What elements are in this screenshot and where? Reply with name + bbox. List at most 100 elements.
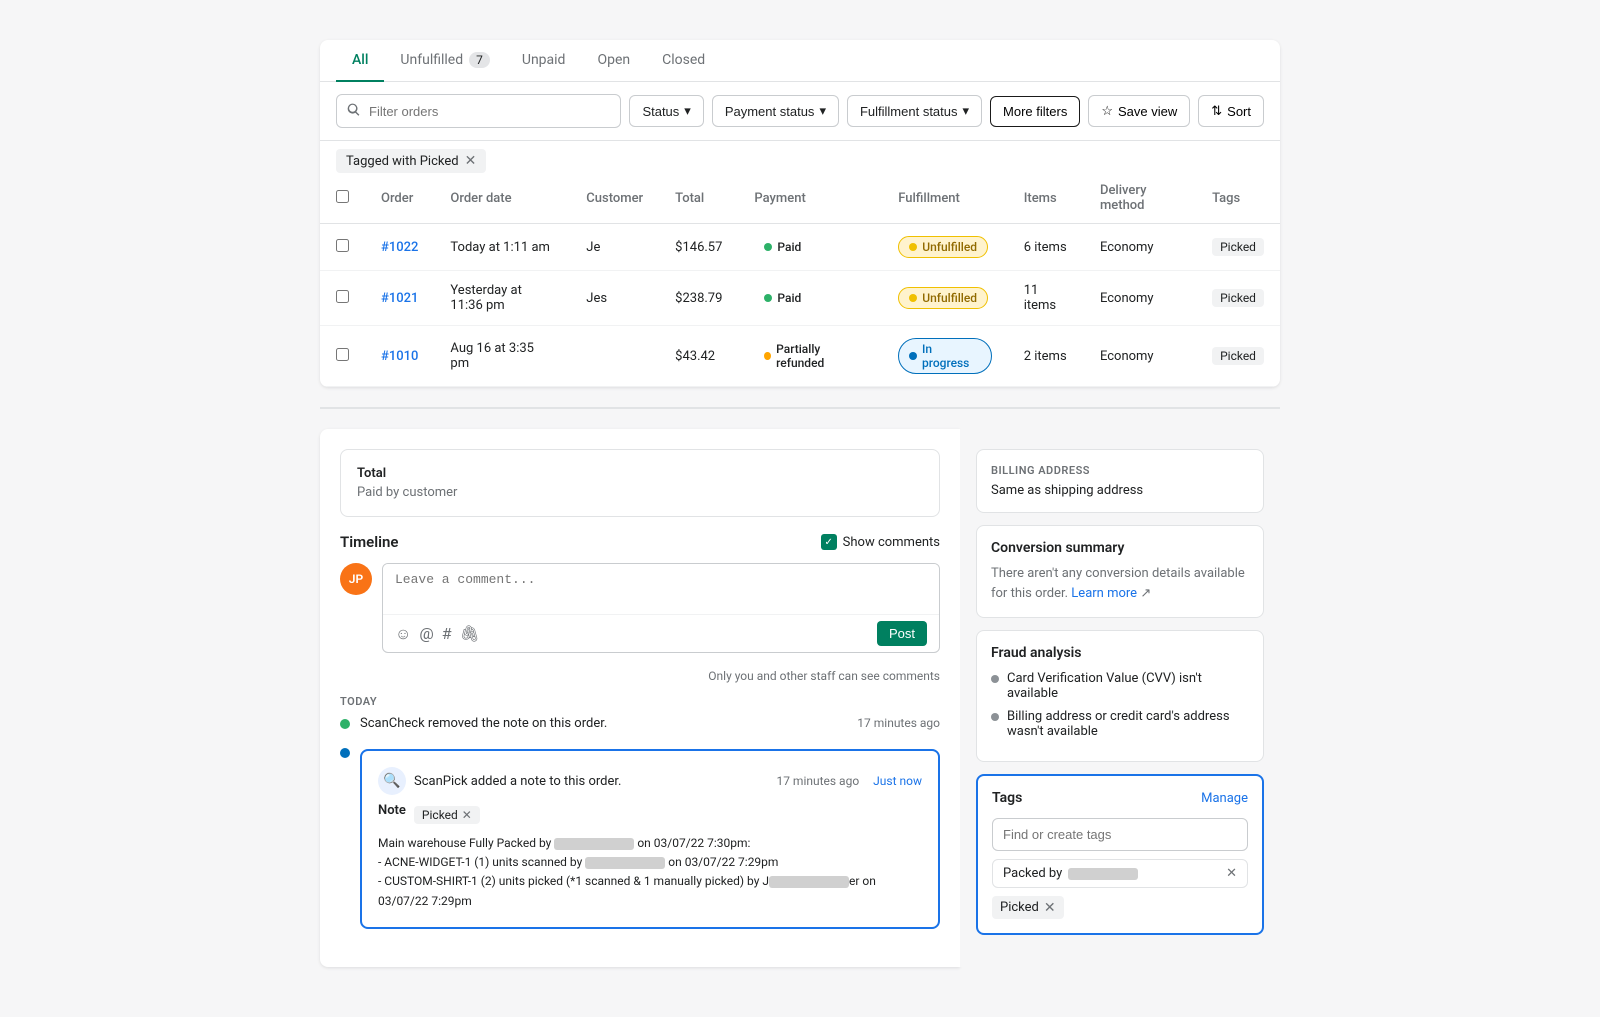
conversion-body: There aren't any conversion details avai…	[991, 564, 1249, 603]
delivery-method: Economy	[1084, 224, 1196, 271]
order-tags: Picked	[1196, 224, 1280, 271]
billing-label: BILLING ADDRESS	[991, 464, 1249, 477]
order-detail-section: Total Paid by customer Timeline ✓ Show c…	[320, 429, 1280, 967]
note-author: ScanPick added a note to this order.	[414, 774, 768, 789]
note-time: 17 minutes ago	[776, 774, 859, 788]
fraud-item-cvv: Card Verification Value (CVV) isn't avai…	[991, 671, 1249, 701]
order-total: $146.57	[659, 224, 738, 271]
right-sidebar: BILLING ADDRESS Same as shipping address…	[960, 429, 1280, 967]
search-container[interactable]	[336, 94, 621, 128]
search-input[interactable]	[369, 104, 610, 119]
order-date: Yesterday at 11:36 pm	[434, 271, 570, 326]
chevron-down-icon: ▾	[684, 103, 691, 119]
fulfillment-badge: In progress	[898, 338, 991, 374]
manage-tags-link[interactable]: Manage	[1201, 791, 1248, 806]
billing-address-card: BILLING ADDRESS Same as shipping address	[976, 449, 1264, 513]
conversion-card: Conversion summary There aren't any conv…	[976, 525, 1264, 618]
items-count: 2 items	[1008, 326, 1084, 387]
scanpick-avatar: 🔍	[378, 767, 406, 795]
timeline-event-text: ScanCheck removed the note on this order…	[360, 716, 847, 731]
delivery-method: Economy	[1084, 271, 1196, 326]
row-checkbox[interactable]	[336, 239, 349, 252]
external-link-icon: ↗	[1140, 586, 1151, 601]
col-order: Order	[365, 173, 434, 224]
customer-name	[570, 326, 659, 387]
col-total: Total	[659, 173, 738, 224]
chevron-down-icon: ▾	[963, 103, 970, 119]
tab-open[interactable]: Open	[581, 40, 646, 82]
attachment-icon[interactable]: 🖇	[460, 624, 480, 643]
tab-unfulfilled[interactable]: Unfulfilled 7	[384, 40, 505, 82]
order-date: Aug 16 at 3:35 pm	[434, 326, 570, 387]
comment-hint: Only you and other staff can see comment…	[340, 669, 940, 683]
learn-more-link[interactable]: Learn more	[1071, 586, 1137, 601]
sort-button[interactable]: ⇅ Sort	[1198, 95, 1264, 127]
customer-name: Je	[570, 224, 659, 271]
order-number-link[interactable]: #1010	[381, 349, 418, 364]
post-button[interactable]: Post	[877, 621, 927, 646]
payment-status-filter-button[interactable]: Payment status ▾	[712, 95, 839, 127]
status-filter-button[interactable]: Status ▾	[629, 95, 703, 127]
order-tags: Picked	[1196, 326, 1280, 387]
hashtag-icon[interactable]: #	[442, 624, 452, 643]
payment-status: Partially refunded	[738, 326, 882, 387]
col-delivery: Delivery method	[1084, 173, 1196, 224]
timeline-dot-green	[340, 719, 350, 729]
comment-input[interactable]	[383, 564, 939, 610]
timeline-title: Timeline	[340, 533, 398, 551]
fulfillment-status-filter-button[interactable]: Fulfillment status ▾	[847, 95, 982, 127]
payment-badge: Partially refunded	[754, 339, 866, 373]
tags-header: Tags Manage	[992, 790, 1248, 806]
select-all-checkbox[interactable]	[336, 190, 349, 203]
order-detail-main: Total Paid by customer Timeline ✓ Show c…	[320, 429, 960, 967]
col-payment: Payment	[738, 173, 882, 224]
payment-status: Paid	[738, 224, 882, 271]
remove-filter-picked[interactable]: ✕	[465, 153, 477, 169]
row-checkbox[interactable]	[336, 348, 349, 361]
col-items: Items	[1008, 173, 1084, 224]
tag-picked-remove[interactable]: ✕	[1044, 901, 1056, 915]
show-comments-checkbox[interactable]: ✓	[821, 534, 837, 550]
col-fulfillment: Fulfillment	[882, 173, 1007, 224]
order-number-link[interactable]: #1021	[381, 291, 418, 306]
tab-all[interactable]: All	[336, 40, 384, 82]
more-filters-button[interactable]: More filters	[990, 96, 1080, 127]
comment-toolbar: ☺ @ # 🖇 Post	[383, 614, 939, 652]
orders-section: All Unfulfilled 7 Unpaid Open Closed	[320, 40, 1280, 387]
just-now-label: Just now	[873, 774, 922, 788]
note-card: 🔍 ScanPick added a note to this order. 1…	[360, 749, 940, 929]
total-card: Total Paid by customer	[340, 449, 940, 517]
save-view-button[interactable]: ☆ Save view	[1088, 95, 1190, 127]
row-checkbox[interactable]	[336, 290, 349, 303]
col-order-date: Order date	[434, 173, 570, 224]
fulfillment-status: Unfulfilled	[882, 224, 1007, 271]
timeline-event-time: 17 minutes ago	[857, 716, 940, 730]
star-icon: ☆	[1101, 103, 1113, 119]
tag-picked: Picked ✕	[992, 896, 1064, 919]
fulfillment-badge: Unfulfilled	[898, 236, 988, 258]
tab-unpaid[interactable]: Unpaid	[506, 40, 582, 82]
timeline-today: TODAY	[340, 695, 940, 708]
search-icon	[347, 102, 361, 120]
orders-toolbar: Status ▾ Payment status ▾ Fulfillment st…	[320, 82, 1280, 141]
packed-by-tag: Packed by XXXXXXXX ✕	[992, 859, 1248, 888]
emoji-icon[interactable]: ☺	[395, 624, 411, 644]
billing-value: Same as shipping address	[991, 483, 1249, 498]
packed-by-remove[interactable]: ✕	[1226, 866, 1237, 881]
show-comments-label: Show comments	[843, 535, 940, 550]
tags-search-input[interactable]	[992, 818, 1248, 851]
col-customer: Customer	[570, 173, 659, 224]
active-filters: Tagged with Picked ✕	[320, 141, 1280, 173]
table-row: #1022 Today at 1:11 am Je $146.57 Paid U…	[320, 224, 1280, 271]
comment-input-area: ☺ @ # 🖇 Post	[382, 563, 940, 653]
conversion-title: Conversion summary	[991, 540, 1249, 556]
fraud-title: Fraud analysis	[991, 645, 1249, 661]
mention-icon[interactable]: @	[419, 624, 433, 643]
table-row: #1021 Yesterday at 11:36 pm Jes $238.79 …	[320, 271, 1280, 326]
col-tags: Tags	[1196, 173, 1280, 224]
tab-closed[interactable]: Closed	[646, 40, 721, 82]
order-number-link[interactable]: #1022	[381, 240, 418, 255]
note-tag-remove[interactable]: ✕	[462, 808, 472, 822]
order-tags: Picked	[1196, 271, 1280, 326]
show-comments-toggle[interactable]: ✓ Show comments	[821, 534, 940, 550]
